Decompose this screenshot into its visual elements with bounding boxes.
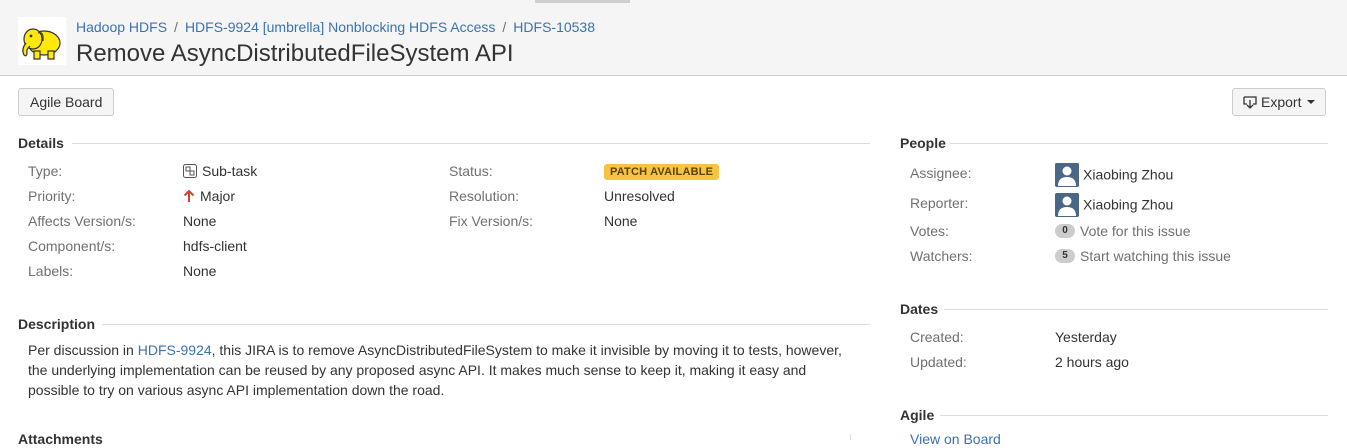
affects-versions-label: Affects Version/s: [28,213,136,229]
dates-heading[interactable]: Dates [900,300,938,318]
watch-link[interactable]: Start watching this issue [1080,248,1231,264]
affects-versions-value: None [183,213,217,229]
export-icon [1243,96,1257,110]
votes-count-badge: 0 [1055,224,1075,239]
assignee-name: Xiaobing Zhou [1083,166,1174,183]
description-body: Per discussion in HDFS-9924, this JIRA i… [28,340,860,400]
created-value: Yesterday [1055,329,1117,345]
issue-header: Hadoop HDFS / HDFS-9924 [umbrella] Nonbloc… [0,0,1347,76]
breadcrumb-separator: / [502,19,507,35]
export-button[interactable]: Export [1232,88,1327,116]
components-label: Component/s: [28,238,116,254]
description-text: Per discussion in [28,342,138,358]
reporter-label: Reporter: [910,195,969,211]
priority-label: Priority: [28,188,76,204]
reporter-name: Xiaobing Zhou [1083,196,1174,213]
type-text: Sub-task [202,163,258,179]
status-label: Status: [449,163,493,179]
issue-summary[interactable]: Remove AsyncDistributedFileSystem API [76,39,514,69]
votes-label: Votes: [910,223,949,239]
labels-label: Labels: [28,263,74,279]
votes-value: 0 Vote for this issue [1055,222,1191,240]
user-avatar-icon [1055,163,1079,186]
priority-major-arrow-up-icon [183,189,195,203]
hadoop-elephant-logo[interactable] [18,17,66,65]
watchers-label: Watchers: [910,248,973,264]
priority-text: Major [200,188,236,204]
details-heading[interactable]: Details [18,134,64,152]
attachments-divider [850,434,851,440]
assignee-avatar [1055,163,1079,187]
assignee-label: Assignee: [910,165,972,181]
agile-heading[interactable]: Agile [900,406,934,424]
people-divider [950,143,1328,144]
type-label: Type: [28,163,63,179]
attachments-heading[interactable]: Attachments [18,430,103,448]
breadcrumb-project[interactable]: Hadoop HDFS [76,19,167,35]
agile-board-button[interactable]: Agile Board [18,88,115,116]
description-divider [102,324,870,325]
fix-versions-value: None [604,213,638,229]
description-heading[interactable]: Description [18,315,95,333]
resolution-label: Resolution: [449,188,520,204]
status-value: Patch Available [604,161,720,180]
priority-value: Major [183,187,235,205]
reporter-avatar [1055,193,1079,217]
reporter-value[interactable]: Xiaobing Zhou [1055,193,1174,218]
watchers-value: 5 Start watching this issue [1055,247,1231,265]
resolution-value: Unresolved [604,188,675,204]
type-value: Sub-task [183,162,257,180]
breadcrumb-parent-issue[interactable]: HDFS-9924 [umbrella] Nonblocking HDFS Ac… [185,19,495,35]
updated-value: 2 hours ago [1055,354,1129,370]
agile-divider [940,415,1328,416]
description-issue-link[interactable]: HDFS-9924 [138,342,212,358]
export-label: Export [1261,94,1302,110]
updated-label: Updated: [910,354,967,370]
created-label: Created: [910,329,964,345]
subtask-icon [183,164,197,179]
assignee-value[interactable]: Xiaobing Zhou [1055,163,1174,188]
status-badge: Patch Available [604,164,720,180]
breadcrumb: Hadoop HDFS / HDFS-9924 [umbrella] Nonbloc… [76,18,595,36]
chevron-down-icon [1307,100,1316,105]
details-divider [72,143,870,144]
top-bar-remnant [535,0,630,3]
watchers-count-badge: 5 [1055,249,1075,264]
breadcrumb-separator: / [174,19,178,35]
labels-value: None [183,263,217,279]
user-avatar-icon [1055,193,1079,216]
breadcrumb-issue-key[interactable]: HDFS-10538 [513,19,595,35]
vote-link[interactable]: Vote for this issue [1080,223,1191,239]
component-link[interactable]: hdfs-client [183,237,247,255]
people-heading[interactable]: People [900,134,946,152]
dates-divider [944,309,1328,310]
fix-versions-label: Fix Version/s: [449,213,534,229]
view-on-board-link[interactable]: View on Board [910,430,1001,448]
